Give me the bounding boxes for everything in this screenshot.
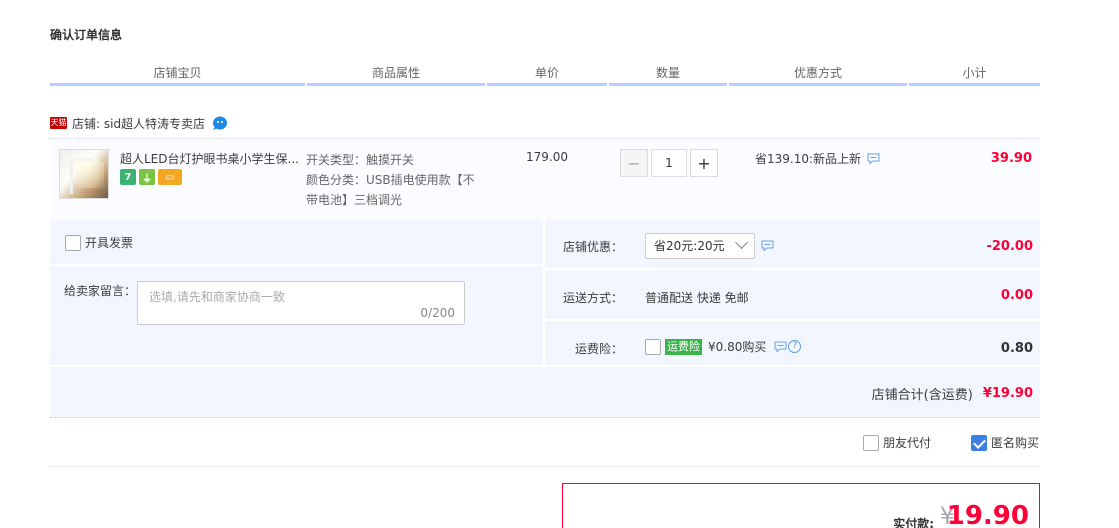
insurance-price: ¥0.80购买 [708,340,767,354]
shipping-amount: 0.00 [1000,288,1033,303]
pay-amount: 19.90 [946,501,1029,528]
page-title: 确认订单信息 [50,28,123,42]
product-title[interactable]: 超人LED台灯护眼书桌小学生保... [120,150,300,167]
insurance-label: 运费险： [574,342,623,356]
friend-pay-option[interactable]: 朋友代付 [863,434,931,451]
invoice-label: 开具发票 [85,236,134,250]
comment-icon[interactable] [761,240,774,251]
help-icon[interactable]: ? [788,340,802,353]
comment-icon[interactable] [867,153,880,164]
col-header-qty: 数量 [609,62,727,86]
item-subtotal: 39.90 [990,151,1032,166]
insurance-checkbox[interactable] [645,338,661,355]
store-line: 天猫 店铺: sid超人特涛专卖店 [50,113,229,133]
card-icon[interactable]: ▭ [158,169,182,185]
service-icons: 7 ⏚ ▭ [120,169,182,185]
decrease-button[interactable]: − [620,149,648,177]
coupon-amount: -20.00 [986,239,1033,254]
insurance-tag: 运费险 [665,338,702,355]
friend-pay-label: 朋友代付 [883,436,932,450]
7-day-return-icon[interactable]: 7 [120,169,136,185]
store-name[interactable]: 店铺: sid超人特涛专卖店 [72,115,205,132]
message-label: 给卖家留言： [64,284,137,298]
product-thumbnail[interactable] [59,149,109,199]
coupon-label: 店铺优惠： [562,240,623,254]
coupon-select[interactable]: 省20元:20元 [645,233,755,259]
quantity-stepper: − 1 + [620,149,718,177]
unit-price: 179.00 [526,150,568,164]
invoice-option[interactable]: 开具发票 [65,234,133,251]
product-attributes: 开关类型：触摸开关 颜色分类：USB插电使用款【不 带电池】三档调光 [306,153,475,207]
invoice-checkbox[interactable] [65,234,81,251]
tmall-icon: 天猫 [50,117,67,129]
col-header-items: 店铺宝贝 [50,62,305,86]
col-header-price: 单价 [487,62,607,86]
shipping-method: 普通配送 快递 免邮 [645,291,749,305]
store-total-amount: ¥19.90 [982,386,1033,401]
anonymous-checkbox[interactable] [971,434,987,451]
order-item-row: 超人LED台灯护眼书桌小学生保... 7 ⏚ ▭ 开关类型：触摸开关 颜色分类：… [50,138,1040,218]
message-placeholder: 选填,请先和商家协商一致 [149,290,285,304]
anonymous-option[interactable]: 匿名购买 [971,434,1039,451]
comment-icon[interactable] [774,341,787,352]
insurance-option: 运费险 ¥0.80购买 ? [645,338,802,355]
increase-button[interactable]: + [690,149,718,177]
quantity-input[interactable]: 1 [651,149,687,177]
col-header-attrs: 商品属性 [307,62,485,86]
col-header-subtotal: 小计 [909,62,1040,86]
promotion-info: 省139.10:新品上新 [755,150,880,167]
order-options-panel: 开具发票 给卖家留言： 选填,请先和商家协商一致 0/200 店铺优惠： 省20… [50,219,1040,418]
chevron-down-icon [735,236,748,250]
friend-pay-checkbox[interactable] [863,434,879,451]
pay-label: 实付款: [893,517,934,528]
insurance-amount: 0.80 [1000,341,1033,356]
order-extras: 开具发票 给卖家留言： 选填,请先和商家协商一致 0/200 [50,219,543,365]
coupon-selected-value: 省20元:20元 [654,239,725,253]
promotion-text: 省139.10:新品上新 [755,152,862,166]
store-total: 店铺合计(含运费) ¥19.90 [872,384,1033,403]
col-header-promo: 优惠方式 [729,62,907,86]
anonymous-label: 匿名购买 [991,436,1040,450]
message-char-count: 0/200 [420,306,455,320]
shipping-label: 运送方式： [562,291,623,305]
plug-icon[interactable]: ⏚ [139,169,155,185]
chat-bubble-icon[interactable] [211,115,229,131]
store-total-label: 店铺合计(含运费) [871,388,973,403]
seller-message-field[interactable]: 选填,请先和商家协商一致 0/200 [137,281,465,325]
table-header: 店铺宝贝 商品属性 单价 数量 优惠方式 小计 [50,62,1040,86]
payment-summary: 实付款: ¥ 19.90 [562,483,1040,528]
